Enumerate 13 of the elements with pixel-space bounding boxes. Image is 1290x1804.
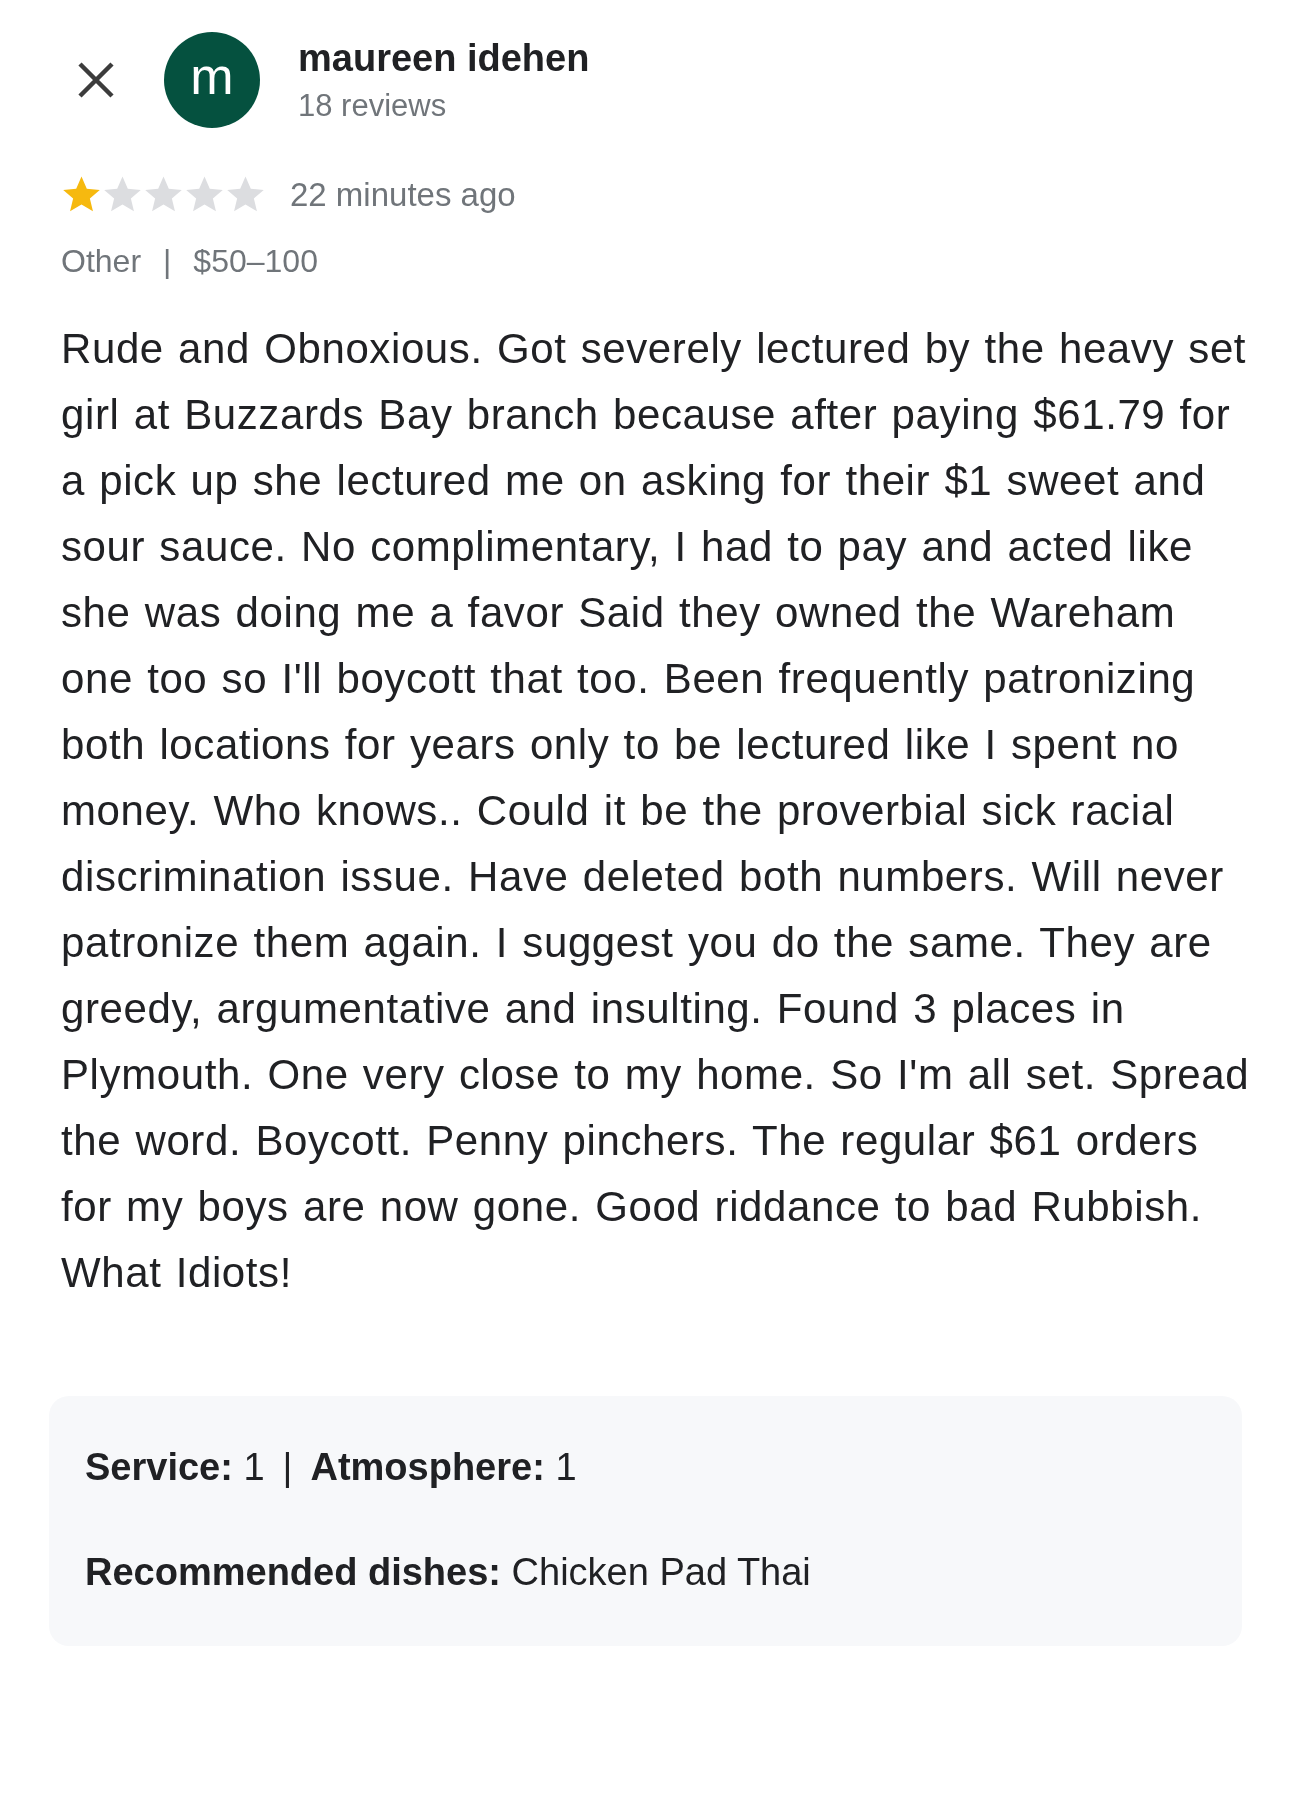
review-count: 18 reviews	[298, 87, 448, 124]
rating-text: Service: 1	[85, 1446, 265, 1489]
avatar: m	[164, 32, 260, 128]
separator: |	[282, 1446, 293, 1489]
close-icon[interactable]	[76, 60, 116, 100]
separator: |	[163, 243, 172, 280]
rating-text: Atmosphere: 1	[310, 1446, 577, 1489]
review-time: 22 minutes ago	[290, 175, 516, 214]
review-text: Rude and Obnoxious. Got severely lectured by the heavy set girl at Buzzards Bay branch because after paying $61.79 for a pick up she lectured me on asking for their $1 sweet and sour sauce. No complimentary, I had to pay and acted like she was doing me a favor Said they owned the Wareham one too so I'll boycott that too. Been frequently patronizing both locations for years only to be lectured like I spent no money. Who knows.. Could it be the proverbial sick racial discrimination issue. Have deleted both numbers. Will never patronize them again. I suggest you do the same. They are greedy, argumentative and insulting. Found 3 places in Plymouth. One very close to my home. So I'm all set. Spread the word. Boycott. Penny pinchers. The regular $61 orders for my boys are now gone. Good riddance to bad Rubbish. What Idiots!	[61, 324, 1250, 1298]
review-tag: Other	[61, 243, 142, 280]
review-tag: $50–100	[193, 243, 318, 280]
reviewer-name[interactable]: maureen idehen	[298, 36, 590, 80]
recommended-dishes: Recommended dishes: Chicken Pad Thai	[85, 1551, 811, 1594]
